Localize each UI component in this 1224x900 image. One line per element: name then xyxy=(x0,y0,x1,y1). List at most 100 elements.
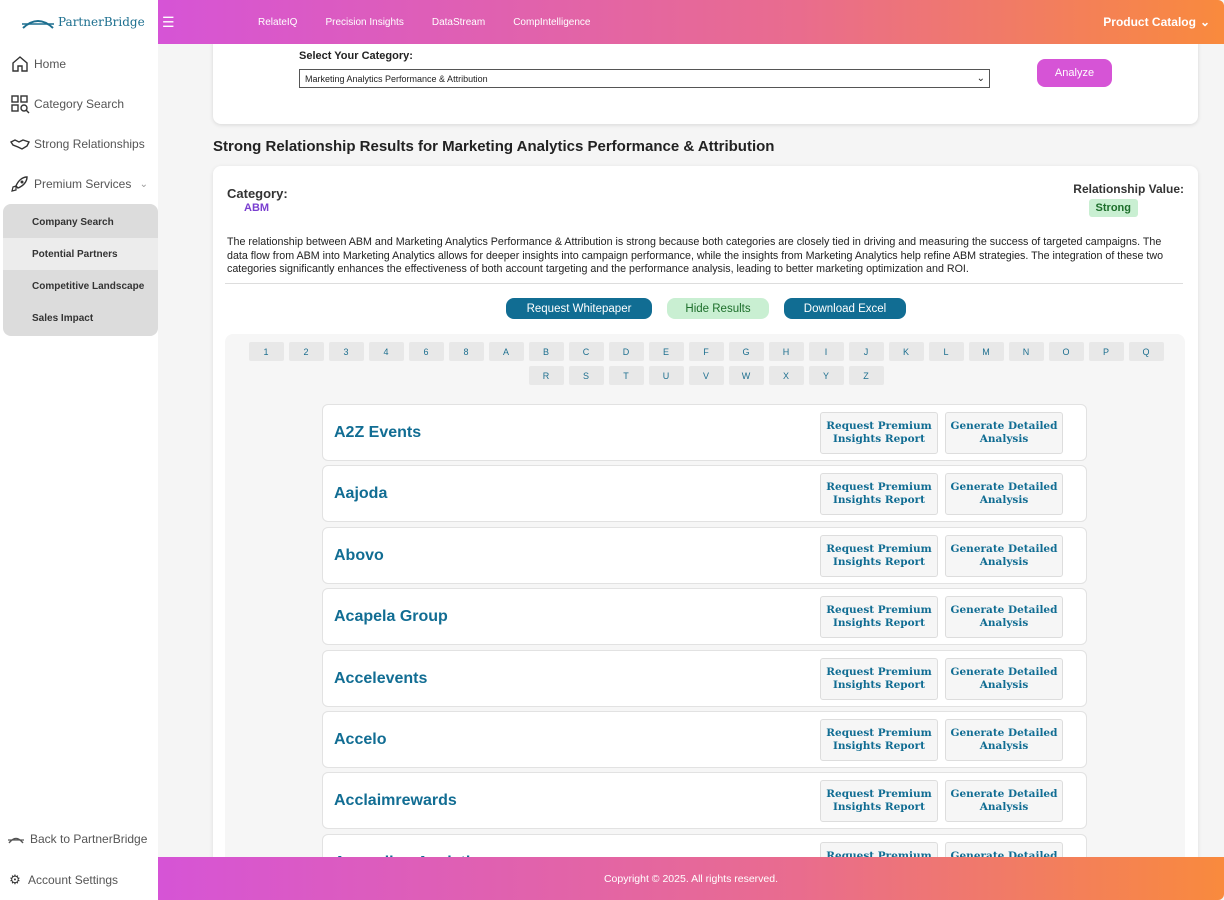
nav-link-precision-insights[interactable]: Precision Insights xyxy=(325,17,403,28)
relationship-badge: Strong xyxy=(1088,199,1138,217)
alpha-filter-c[interactable]: C xyxy=(568,342,604,361)
generate-analysis-button[interactable]: Generate Detailed Analysis xyxy=(945,718,1063,761)
hide-results-button[interactable]: Hide Results xyxy=(667,298,769,319)
request-whitepaper-button[interactable]: Request Whitepaper xyxy=(506,298,652,319)
category-select-label: Select Your Category: xyxy=(299,50,413,62)
category-label: Category: xyxy=(227,186,288,201)
alpha-filter-r[interactable]: R xyxy=(528,366,564,385)
premium-submenu: Company Search Potential Partners Compet… xyxy=(3,204,158,336)
request-premium-report-button[interactable]: Request Premium Insights Report xyxy=(820,412,938,454)
sidebar-item-category-search[interactable]: Category Search xyxy=(0,84,158,124)
company-row: Aajoda Request Premium Insights Report Gen… xyxy=(322,465,1087,523)
product-catalog-dropdown[interactable]: Product Catalog ⌄ xyxy=(1103,15,1210,29)
main-content: Select Your Category: Marketing Analytic… xyxy=(158,44,1224,857)
alpha-filter-f[interactable]: F xyxy=(688,342,724,361)
brand-logo[interactable]: PartnerBridge xyxy=(0,0,158,44)
top-navbar: ☰ RelateIQ Precision Insights DataStream… xyxy=(158,0,1224,44)
alpha-filter-e[interactable]: E xyxy=(648,342,684,361)
back-to-partnerbridge-link[interactable]: Back to PartnerBridge xyxy=(0,818,158,859)
results-actions: Request Whitepaper Hide Results Download… xyxy=(506,298,906,319)
alpha-filter-b[interactable]: B xyxy=(528,342,564,361)
generate-analysis-button[interactable]: Generate Detailed Analysis xyxy=(945,657,1063,700)
account-settings-link[interactable]: ⚙ Account Settings xyxy=(0,859,158,900)
alpha-filter-d[interactable]: D xyxy=(608,342,644,361)
company-name-link[interactable]: Accelevents xyxy=(334,670,427,688)
divider xyxy=(225,283,1183,284)
request-premium-report-button[interactable]: Request Premium Insights Report xyxy=(820,718,938,761)
request-premium-report-button[interactable]: Request Premium Insights Report xyxy=(820,596,938,639)
company-name-link[interactable]: Acapela Group xyxy=(334,608,448,626)
alpha-filter-m[interactable]: M xyxy=(968,342,1004,361)
generate-analysis-button[interactable]: Generate Detailed Analysis xyxy=(945,596,1063,639)
brand-name: PartnerBridge xyxy=(58,15,145,29)
generate-analysis-button[interactable]: Generate Detailed Analysis xyxy=(945,841,1063,857)
sidebar-item-home[interactable]: Home xyxy=(0,44,158,84)
relationship-label: Relationship Value: xyxy=(1073,182,1184,196)
request-premium-report-button[interactable]: Request Premium Insights Report xyxy=(820,657,938,700)
chevron-down-icon: ⌄ xyxy=(976,73,985,84)
submenu-competitive-landscape[interactable]: Competitive Landscape xyxy=(3,270,158,302)
analyze-button[interactable]: Analyze xyxy=(1037,59,1112,87)
request-premium-report-button[interactable]: Request Premium Insights Report xyxy=(820,473,938,516)
alpha-filter-g[interactable]: G xyxy=(728,342,764,361)
nav-link-relateiq[interactable]: RelateIQ xyxy=(258,17,297,28)
category-search-icon xyxy=(11,95,30,114)
company-name-link[interactable]: Aajoda xyxy=(334,485,387,503)
alpha-filter-i[interactable]: I xyxy=(808,342,844,361)
company-row: Abovo Request Premium Insights Report Gene… xyxy=(322,526,1087,584)
sidebar-item-premium-services[interactable]: Premium Services ⌄ xyxy=(0,164,158,204)
results-title: Strong Relationship Results for Marketin… xyxy=(213,138,775,155)
submenu-company-search[interactable]: Company Search xyxy=(3,206,158,238)
request-premium-report-button[interactable]: Request Premium Insights Report xyxy=(820,841,938,857)
company-row: Accelevents Request Premium Insights Repo… xyxy=(322,649,1087,707)
nav-link-datastream[interactable]: DataStream xyxy=(432,17,485,28)
alpha-filter-z[interactable]: Z xyxy=(848,366,884,385)
category-select-card: Select Your Category: Marketing Analytic… xyxy=(213,44,1198,124)
request-premium-report-button[interactable]: Request Premium Insights Report xyxy=(820,780,938,823)
download-excel-button[interactable]: Download Excel xyxy=(784,298,906,319)
alpha-filter-n[interactable]: N xyxy=(1008,342,1044,361)
alpha-filter-l[interactable]: L xyxy=(928,342,964,361)
nav-link-compintelligence[interactable]: CompIntelligence xyxy=(513,17,590,28)
category-value: ABM xyxy=(244,202,270,214)
alpha-filter-v[interactable]: V xyxy=(688,366,724,385)
bridge-logo-icon xyxy=(22,20,54,29)
chevron-down-icon[interactable]: ⌄ xyxy=(140,179,148,190)
alpha-filter-s[interactable]: S xyxy=(568,366,604,385)
alpha-filter-q[interactable]: Q xyxy=(1128,342,1164,361)
alpha-filter-3[interactable]: 3 xyxy=(328,342,364,361)
submenu-potential-partners[interactable]: Potential Partners xyxy=(3,238,158,270)
generate-analysis-button[interactable]: Generate Detailed Analysis xyxy=(945,780,1063,823)
alpha-filter-y[interactable]: Y xyxy=(808,366,844,385)
sidebar-item-label: Premium Services xyxy=(34,177,132,191)
generate-analysis-button[interactable]: Generate Detailed Analysis xyxy=(945,534,1063,577)
company-row: Acclaimrewards Request Premium Insights R… xyxy=(322,772,1087,830)
company-name-link[interactable]: A2Z Events xyxy=(334,424,421,442)
alpha-filter-8[interactable]: 8 xyxy=(448,342,484,361)
alpha-filter-o[interactable]: O xyxy=(1048,342,1084,361)
alpha-filter-p[interactable]: P xyxy=(1088,342,1124,361)
hamburger-menu-icon[interactable]: ☰ xyxy=(162,14,258,31)
alpha-filter-k[interactable]: K xyxy=(888,342,924,361)
alpha-filter-4[interactable]: 4 xyxy=(368,342,404,361)
alpha-filter-6[interactable]: 6 xyxy=(408,342,444,361)
alpha-filter-h[interactable]: H xyxy=(768,342,804,361)
category-select[interactable]: Marketing Analytics Performance & Attrib… xyxy=(299,69,990,88)
alpha-filter-2[interactable]: 2 xyxy=(288,342,324,361)
alpha-filter-u[interactable]: U xyxy=(648,366,684,385)
alpha-filter-w[interactable]: W xyxy=(728,366,764,385)
submenu-sales-impact[interactable]: Sales Impact xyxy=(3,302,158,334)
generate-analysis-button[interactable]: Generate Detailed Analysis xyxy=(945,473,1063,516)
sidebar-item-strong-relationships[interactable]: Strong Relationships xyxy=(0,124,158,164)
company-name-link[interactable]: Accelo xyxy=(334,731,386,749)
alpha-filter-x[interactable]: X xyxy=(768,366,804,385)
company-name-link[interactable]: Acclaimrewards xyxy=(334,792,457,810)
generate-analysis-button[interactable]: Generate Detailed Analysis xyxy=(945,412,1063,454)
alpha-filter-t[interactable]: T xyxy=(608,366,644,385)
request-premium-report-button[interactable]: Request Premium Insights Report xyxy=(820,534,938,577)
alpha-filter-1[interactable]: 1 xyxy=(248,342,284,361)
alpha-filter-j[interactable]: J xyxy=(848,342,884,361)
alpha-filter-a[interactable]: A xyxy=(488,342,524,361)
company-name-link[interactable]: Abovo xyxy=(334,547,384,565)
gear-icon: ⚙ xyxy=(9,871,21,887)
